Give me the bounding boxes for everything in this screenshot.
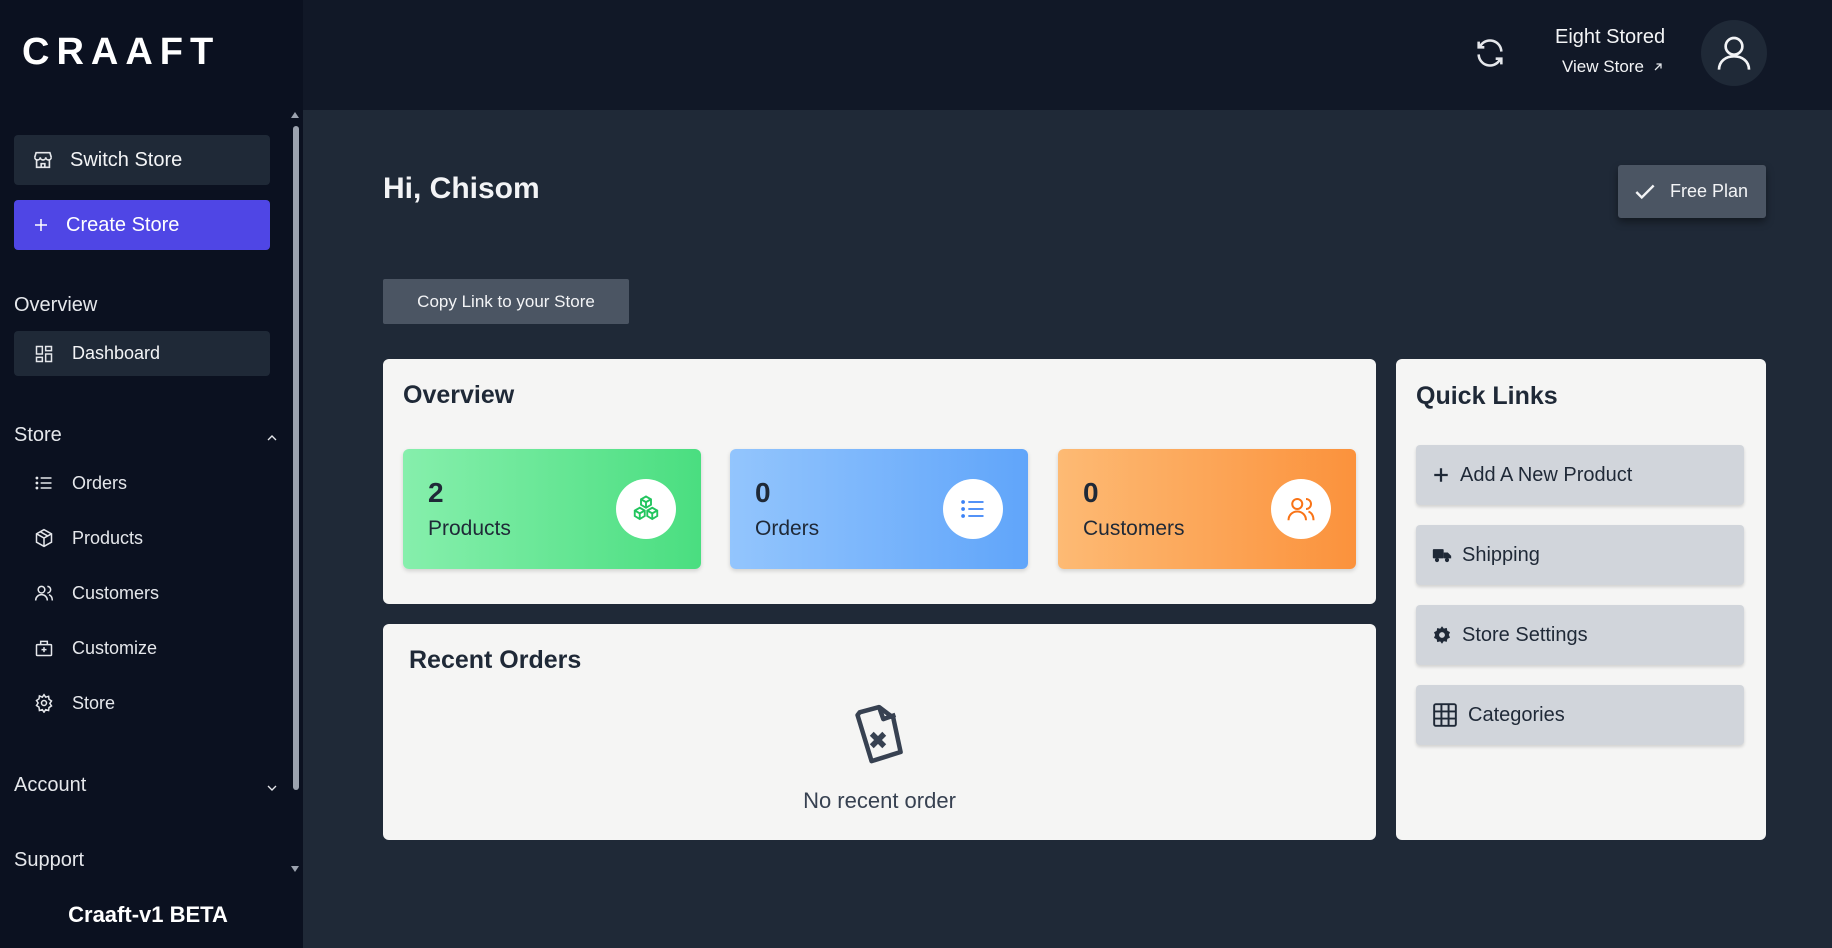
customize-icon xyxy=(35,640,53,657)
section-account-toggle[interactable]: Account xyxy=(14,774,277,797)
stat-orders-icon-badge xyxy=(943,479,1003,539)
file-x-icon xyxy=(855,704,903,764)
sidebar-item-dashboard[interactable]: Dashboard xyxy=(14,331,270,376)
view-store-link[interactable]: View Store xyxy=(1562,57,1664,77)
products-label: Products xyxy=(72,527,144,548)
free-plan-button[interactable]: Free Plan xyxy=(1618,165,1766,218)
create-store-label: Create Store xyxy=(66,213,180,236)
stat-customers-icon-badge xyxy=(1271,479,1331,539)
quick-link-categories-label: Categories xyxy=(1468,703,1565,726)
stat-customers-value: 0 xyxy=(1083,477,1099,508)
overview-card: Overview 2 Products 0 Orders 0 Customers xyxy=(383,359,1376,604)
customize-label: Customize xyxy=(72,637,158,658)
section-account-label: Account xyxy=(14,774,87,796)
sidebar: CRAAFT Switch Store Create Store Overvie… xyxy=(0,0,303,948)
customers-label: Customers xyxy=(72,582,160,603)
store-name: Eight Stored xyxy=(1555,26,1666,48)
list-icon xyxy=(961,500,984,518)
version-label: Craaft-v1 BETA xyxy=(68,902,228,927)
scroll-up-arrow[interactable] xyxy=(291,112,299,118)
user-icon xyxy=(1717,36,1751,70)
free-plan-label: Free Plan xyxy=(1670,181,1749,201)
stat-orders[interactable]: 0 Orders xyxy=(730,449,1028,569)
truck-icon xyxy=(1432,549,1452,563)
quick-link-categories[interactable]: Categories xyxy=(1416,685,1744,745)
users-icon xyxy=(1287,498,1315,521)
orders-label: Orders xyxy=(72,472,128,493)
external-link-icon xyxy=(1654,63,1662,71)
quick-link-add-product[interactable]: Add A New Product xyxy=(1416,445,1744,505)
stat-orders-value: 0 xyxy=(755,477,771,508)
logo[interactable]: CRAAFT xyxy=(22,30,220,74)
sidebar-item-orders[interactable]: Orders xyxy=(34,468,127,498)
overview-title: Overview xyxy=(403,381,515,409)
stat-customers[interactable]: 0 Customers xyxy=(1058,449,1356,569)
quick-link-shipping-label: Shipping xyxy=(1462,543,1540,566)
chevron-down-icon xyxy=(267,785,277,791)
dashboard-label: Dashboard xyxy=(72,343,161,363)
recent-orders-title: Recent Orders xyxy=(409,646,582,674)
quick-links-card: Quick Links Add A New Product Shipping S… xyxy=(1396,359,1766,840)
create-store-button[interactable]: Create Store xyxy=(14,200,270,250)
dashboard-icon xyxy=(35,345,53,362)
quick-link-store-settings[interactable]: Store Settings xyxy=(1416,605,1744,665)
store-label: Store xyxy=(72,692,116,713)
sidebar-item-products[interactable]: Products xyxy=(34,523,143,553)
section-overview-label: Overview xyxy=(14,294,98,316)
switch-store-label: Switch Store xyxy=(70,148,183,171)
section-store-toggle[interactable]: Store xyxy=(14,424,277,447)
sidebar-scrollbar[interactable] xyxy=(293,126,299,790)
scroll-down-arrow[interactable] xyxy=(291,866,299,872)
cubes-icon xyxy=(633,495,659,521)
gear-icon xyxy=(1434,626,1450,644)
stat-customers-label: Customers xyxy=(1083,517,1185,540)
list-icon xyxy=(35,476,52,490)
sidebar-item-store[interactable]: Store xyxy=(34,688,115,718)
quick-link-add-product-label: Add A New Product xyxy=(1460,463,1633,486)
stat-products-icon-badge xyxy=(616,479,676,539)
stat-orders-label: Orders xyxy=(755,517,820,540)
section-support-label[interactable]: Support xyxy=(14,849,84,872)
refresh-button[interactable] xyxy=(1473,36,1507,75)
check-icon xyxy=(1635,184,1655,199)
grid-icon xyxy=(1433,703,1457,727)
avatar[interactable] xyxy=(1701,20,1767,86)
plus-icon xyxy=(1434,468,1448,482)
quick-link-shipping[interactable]: Shipping xyxy=(1416,525,1744,585)
chevron-up-icon xyxy=(267,435,277,441)
stat-products-label: Products xyxy=(428,517,511,540)
section-store-label: Store xyxy=(14,424,62,446)
sidebar-item-customize[interactable]: Customize xyxy=(34,633,157,663)
sidebar-item-customers[interactable]: Customers xyxy=(34,578,159,608)
storefront-icon xyxy=(33,151,53,169)
quick-link-store-settings-label: Store Settings xyxy=(1462,623,1588,646)
top-header xyxy=(303,0,1832,110)
quick-links-title: Quick Links xyxy=(1416,382,1558,410)
view-store-label: View Store xyxy=(1562,57,1644,76)
stat-products-value: 2 xyxy=(428,477,444,508)
switch-store-button[interactable]: Switch Store xyxy=(14,135,270,185)
stat-products[interactable]: 2 Products xyxy=(403,449,701,569)
gear-icon xyxy=(35,693,53,713)
no-recent-order-text: No recent order xyxy=(803,788,956,813)
plus-icon xyxy=(35,219,47,231)
box-icon xyxy=(35,528,53,548)
refresh-icon xyxy=(1477,39,1503,67)
users-icon xyxy=(34,585,54,601)
copy-store-link-button[interactable]: Copy Link to your Store xyxy=(383,279,629,324)
page-greeting: Hi, Chisom xyxy=(383,172,540,205)
recent-orders-card: Recent Orders No recent order xyxy=(383,624,1376,840)
